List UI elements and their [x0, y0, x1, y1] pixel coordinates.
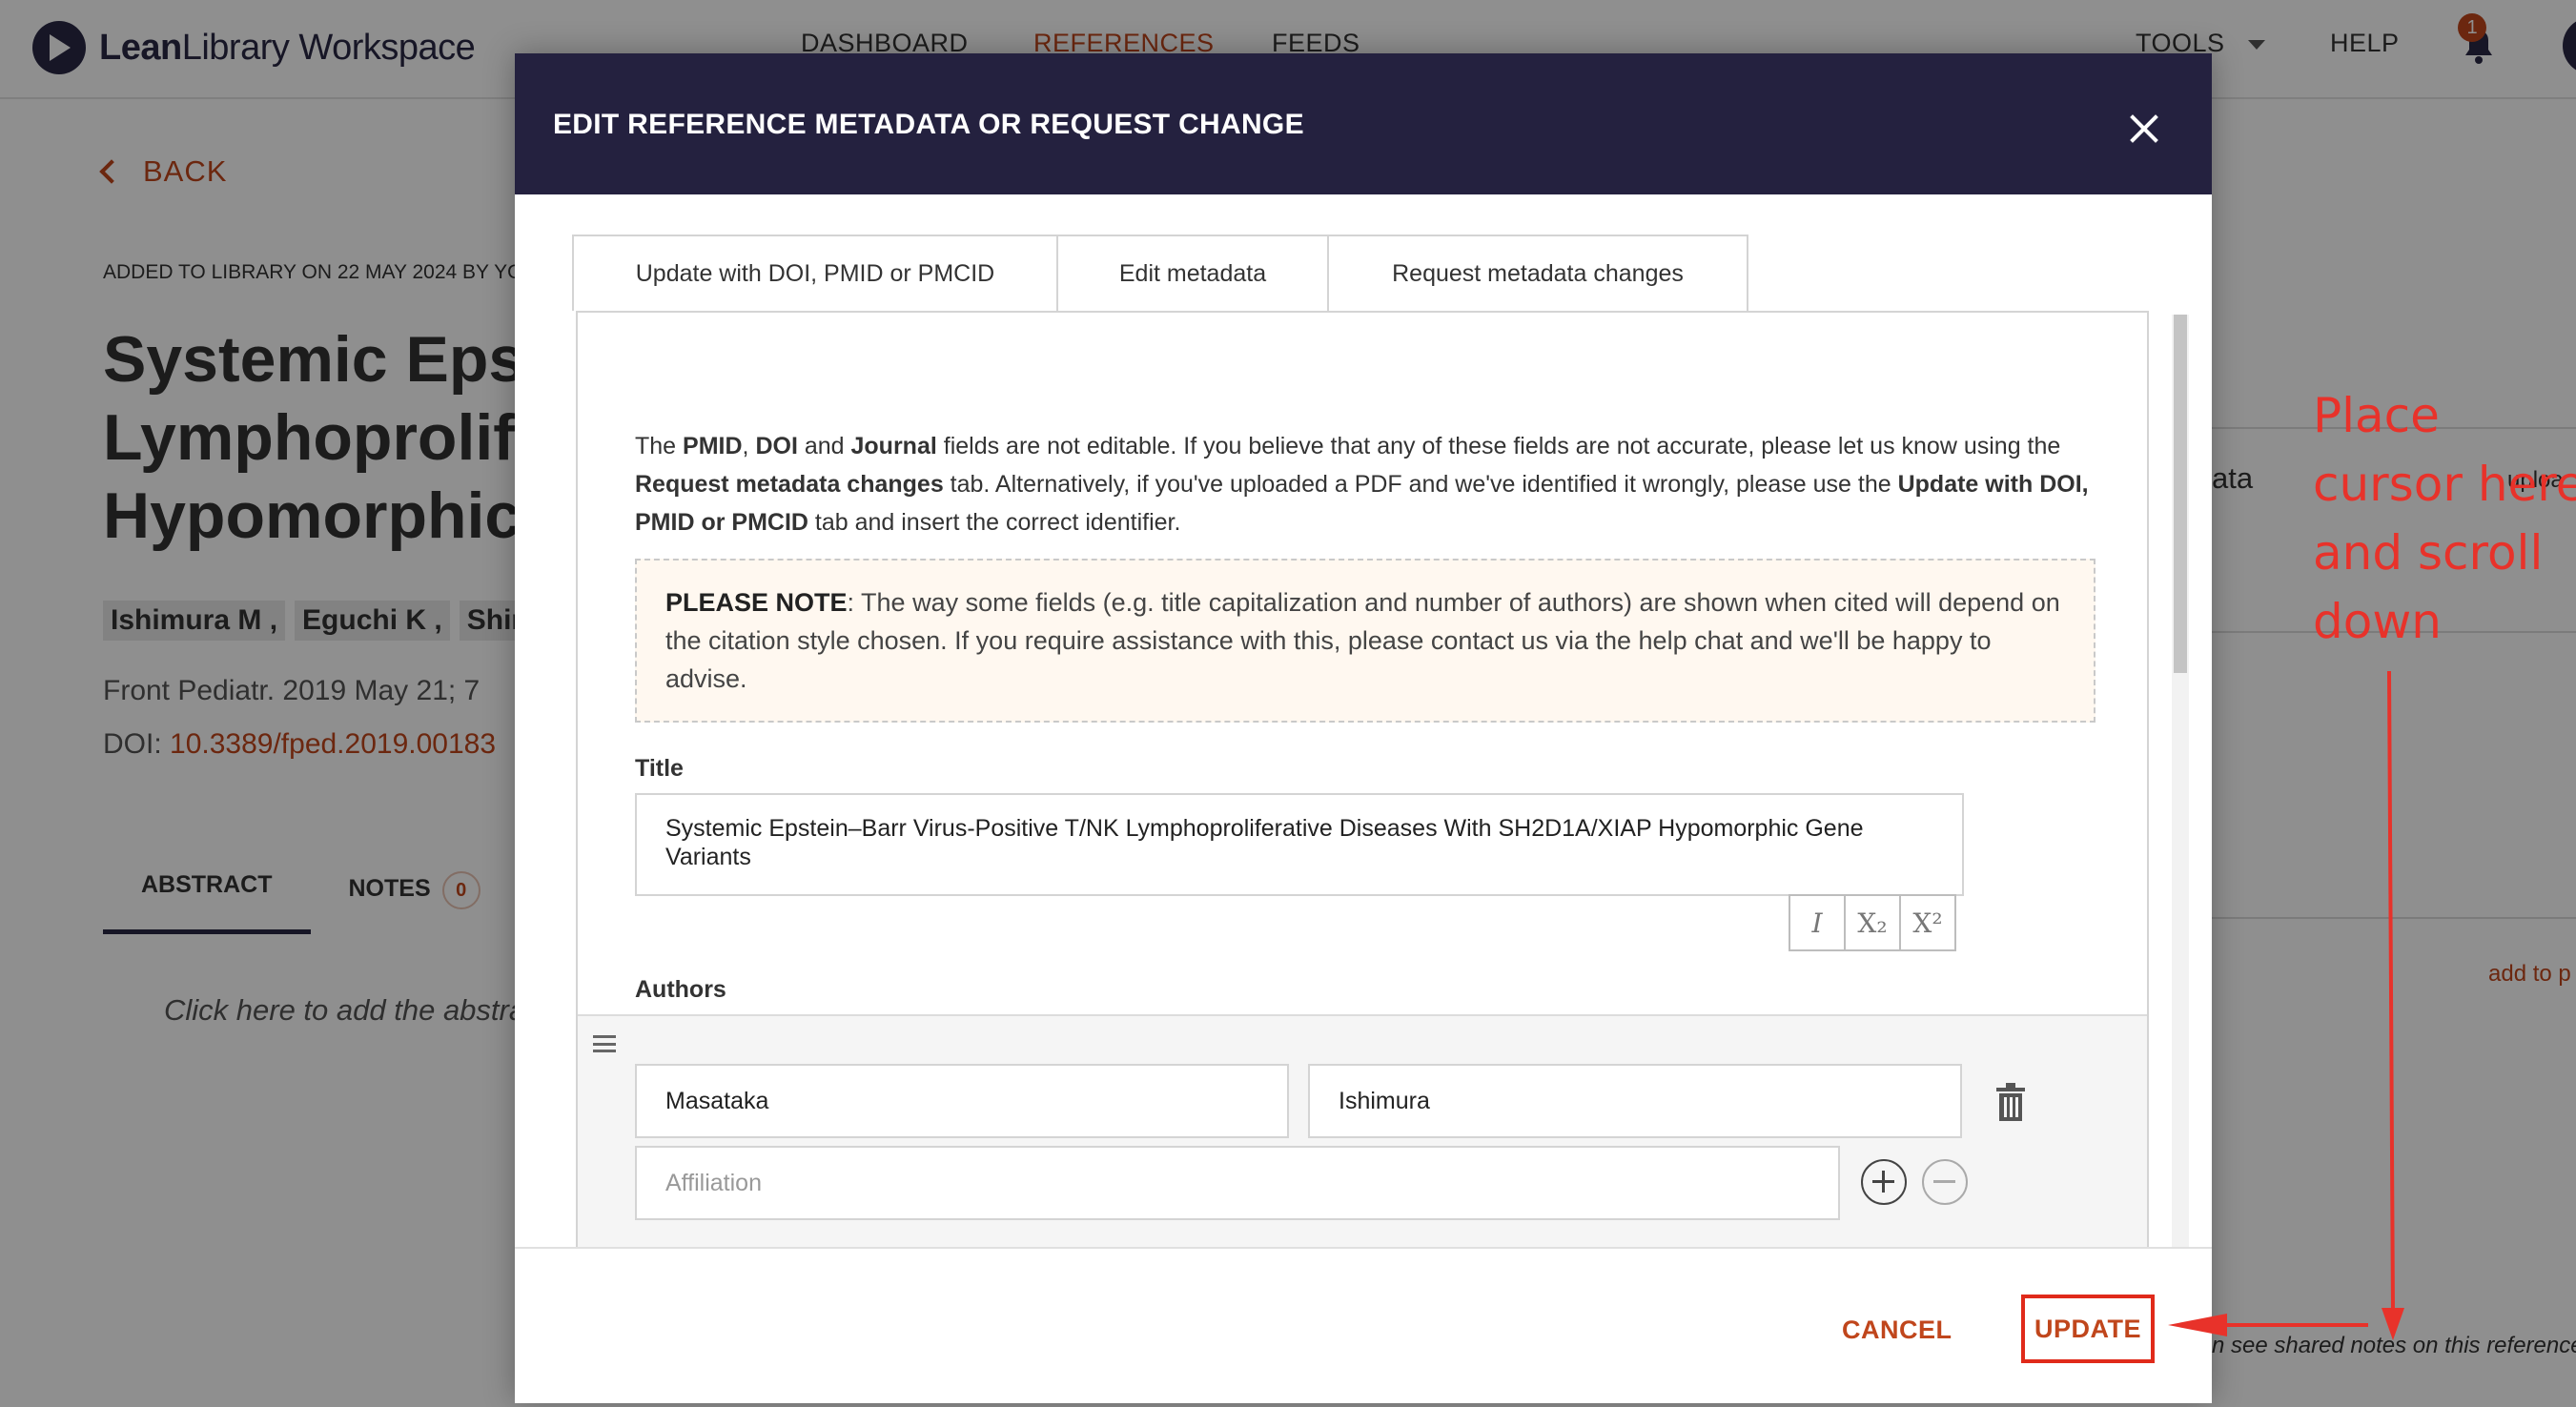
- author-row: Masataka Ishimura Affiliation: [578, 1014, 2147, 1249]
- subscript-button[interactable]: X₂: [1844, 894, 1901, 951]
- trash-icon[interactable]: [1996, 1083, 2025, 1121]
- please-note-box: PLEASE NOTE: The way some fields (e.g. t…: [635, 559, 2096, 723]
- tab-update-with-doi[interactable]: Update with DOI, PMID or PMCID: [572, 234, 1058, 311]
- edit-metadata-panel[interactable]: The PMID, DOI and Journal fields are not…: [576, 311, 2149, 1304]
- update-button[interactable]: UPDATE: [2021, 1295, 2155, 1363]
- format-toolbar: I X₂ X²: [1789, 894, 1956, 951]
- author-first-name-input[interactable]: Masataka: [635, 1064, 1289, 1138]
- cancel-button[interactable]: CANCEL: [1842, 1315, 1952, 1345]
- close-icon[interactable]: [2128, 112, 2160, 145]
- tab-request-metadata-changes[interactable]: Request metadata changes: [1329, 234, 1748, 311]
- add-affiliation-icon[interactable]: [1861, 1159, 1907, 1205]
- modal-footer: CANCEL UPDATE: [515, 1247, 2212, 1403]
- modal-title: EDIT REFERENCE METADATA OR REQUEST CHANG…: [553, 109, 1304, 140]
- title-input[interactable]: Systemic Epstein–Barr Virus-Positive T/N…: [635, 793, 1964, 896]
- superscript-button[interactable]: X²: [1899, 894, 1956, 951]
- italic-button[interactable]: I: [1789, 894, 1846, 951]
- modal-tabs: Update with DOI, PMID or PMCID Edit meta…: [572, 234, 1748, 315]
- modal-header: EDIT REFERENCE METADATA OR REQUEST CHANG…: [515, 53, 2212, 194]
- remove-affiliation-icon[interactable]: [1922, 1159, 1968, 1205]
- author-last-name-input[interactable]: Ishimura: [1308, 1064, 1962, 1138]
- annotation-instruction: Place cursor here and scroll down: [2313, 388, 2576, 649]
- authors-label: Authors: [635, 976, 726, 1003]
- intro-text: The PMID, DOI and Journal fields are not…: [635, 433, 2089, 536]
- drag-handle-icon[interactable]: [593, 1035, 616, 1052]
- edit-metadata-modal: EDIT REFERENCE METADATA OR REQUEST CHANG…: [515, 53, 2212, 1403]
- scrollbar-thumb[interactable]: [2174, 315, 2187, 673]
- title-label: Title: [635, 755, 684, 782]
- tab-edit-metadata[interactable]: Edit metadata: [1058, 234, 1329, 311]
- affiliation-input[interactable]: Affiliation: [635, 1146, 1840, 1220]
